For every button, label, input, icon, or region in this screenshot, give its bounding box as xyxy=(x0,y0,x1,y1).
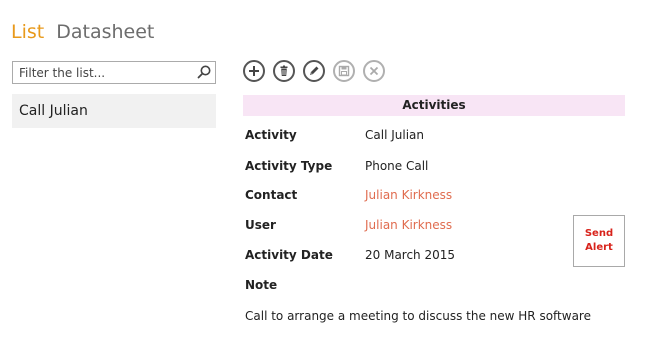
field-activity-type: Activity Type Phone Call xyxy=(245,156,428,176)
field-label: Activity Date xyxy=(245,248,333,262)
field-value: Call Julian xyxy=(365,128,424,142)
tab-datasheet[interactable]: Datasheet xyxy=(56,18,154,46)
field-label: Activity xyxy=(245,128,297,142)
filter-box xyxy=(12,61,216,84)
field-activity: Activity Call Julian xyxy=(245,125,424,145)
user-link[interactable]: Julian Kirkness xyxy=(365,218,452,232)
list-item[interactable]: Call Julian xyxy=(12,94,216,128)
field-activity-date: Activity Date 20 March 2015 xyxy=(245,245,455,265)
send-alert-button[interactable]: Send Alert xyxy=(573,215,625,267)
section-header-activities: Activities xyxy=(243,95,625,116)
field-value: Phone Call xyxy=(365,159,429,173)
field-value: 20 March 2015 xyxy=(365,248,456,262)
field-user: User Julian Kirkness xyxy=(245,215,452,235)
field-note: Note xyxy=(245,275,365,295)
field-contact: Contact Julian Kirkness xyxy=(245,185,452,205)
contact-link[interactable]: Julian Kirkness xyxy=(365,188,452,202)
note-value: Call to arrange a meeting to discuss the… xyxy=(245,309,591,323)
cancel-icon xyxy=(363,60,385,82)
filter-input[interactable] xyxy=(13,62,193,83)
view-switcher: List Datasheet xyxy=(11,18,166,48)
edit-icon[interactable] xyxy=(303,60,325,82)
field-label: Contact xyxy=(245,188,298,202)
delete-icon[interactable] xyxy=(273,60,295,82)
add-icon[interactable] xyxy=(243,60,265,82)
search-icon[interactable] xyxy=(196,64,212,80)
field-label: Note xyxy=(245,278,278,292)
record-toolbar xyxy=(243,60,393,84)
field-label: User xyxy=(245,218,276,232)
field-label: Activity Type xyxy=(245,159,333,173)
tab-list[interactable]: List xyxy=(11,18,44,46)
save-icon xyxy=(333,60,355,82)
